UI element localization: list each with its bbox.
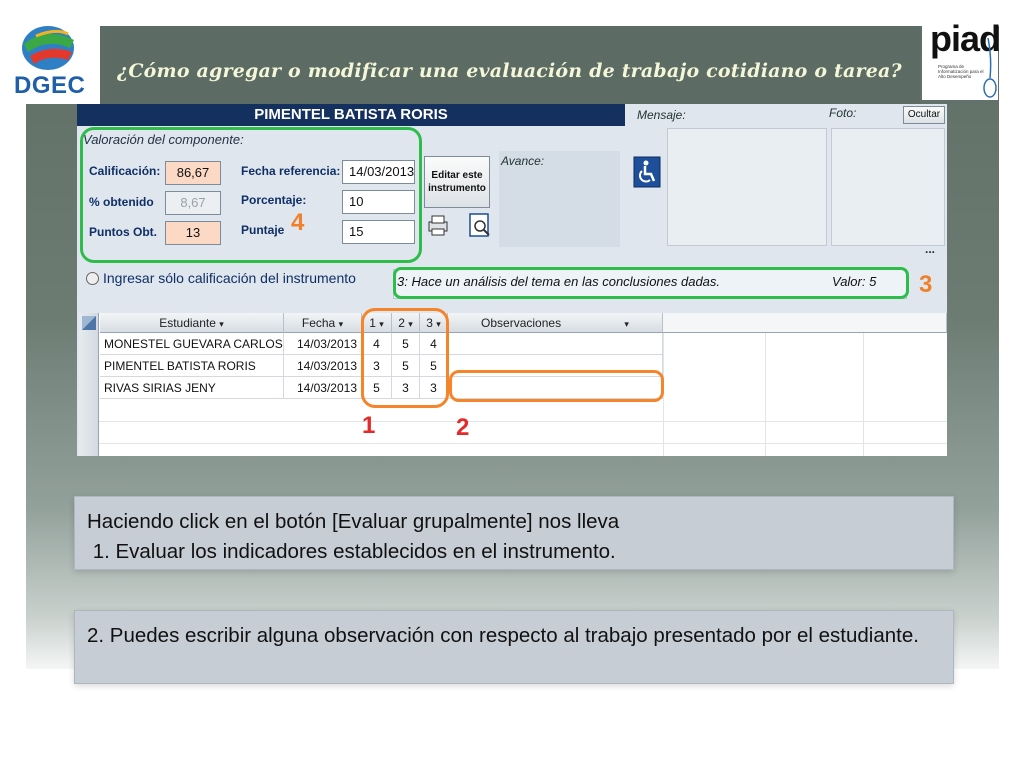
table-row-3-estudiante[interactable]: RIVAS SIRIAS JENY: [100, 377, 284, 399]
grid-row-selector: [79, 313, 99, 456]
header-fecha-label: Fecha: [301, 316, 336, 330]
solo-calificacion-label: Ingresar sólo calificación del instrumen…: [103, 270, 356, 286]
grid-line: [765, 333, 766, 456]
table-row-2-fecha[interactable]: 14/03/2013: [284, 355, 362, 377]
header-fecha[interactable]: Fecha ▾: [284, 313, 362, 333]
ocultar-button[interactable]: Ocultar: [903, 106, 945, 124]
print-icon[interactable]: [425, 212, 451, 238]
sort-arrow-icon: ▾: [624, 319, 629, 329]
student-header: PIMENTEL BATISTA RORIS: [77, 104, 625, 126]
avance-label: Avance:: [501, 154, 545, 168]
mouse-icon: [983, 38, 997, 98]
accessibility-icon[interactable]: [633, 156, 661, 188]
annotation-box-4: [80, 127, 422, 263]
table-row-3-fecha[interactable]: 14/03/2013: [284, 377, 362, 399]
callout-instructions-1: Haciendo click en el botón [Evaluar grup…: [74, 496, 954, 570]
annotation-number-4: 4: [291, 209, 305, 236]
sort-arrow-icon: ▾: [219, 319, 224, 329]
callout-instructions-2: 2. Puedes escribir alguna observación co…: [74, 610, 954, 684]
header-estudiante-label: Estudiante: [159, 316, 216, 330]
header-observaciones-label: Observaciones: [481, 316, 562, 330]
solo-calificacion-radio[interactable]: [86, 272, 99, 285]
globe-icon: [22, 26, 74, 70]
header-estudiante[interactable]: Estudiante ▾: [100, 313, 284, 333]
more-ellipsis[interactable]: ...: [925, 242, 935, 256]
slide-title: ¿Cómo agregar o modificar una evaluación…: [117, 60, 902, 82]
table-row-1-fecha[interactable]: 14/03/2013: [284, 333, 362, 355]
annotation-number-3: 3: [919, 271, 933, 298]
grid-line: [99, 443, 947, 444]
sort-arrow-icon: ▾: [338, 319, 344, 329]
callout-2-text: 2. Puedes escribir alguna observación co…: [87, 624, 919, 647]
select-all-icon[interactable]: [82, 316, 96, 330]
annotation-box-1: [361, 308, 449, 408]
dgec-logo: DGEC: [0, 0, 100, 104]
annotation-number-2: 2: [456, 414, 470, 441]
header-observaciones[interactable]: Observaciones ▾: [448, 313, 663, 333]
annotation-box-3: [393, 267, 909, 299]
preview-icon[interactable]: [467, 212, 493, 238]
dgec-brand: DGEC: [14, 72, 86, 99]
mensaje-panel: [667, 128, 827, 246]
piad-logo: piad Programa de Informatización para el…: [922, 8, 1001, 100]
callout-1-line-2: 1. Evaluar los indicadores establecidos …: [87, 540, 616, 563]
table-row-2-estudiante[interactable]: PIMENTEL BATISTA RORIS: [100, 355, 284, 377]
annotation-number-1: 1: [362, 412, 376, 439]
annotation-box-2: [449, 370, 664, 402]
mensaje-label: Mensaje:: [637, 108, 686, 122]
callout-1-line-1: Haciendo click en el botón [Evaluar grup…: [87, 510, 620, 533]
grid-line: [99, 421, 947, 422]
foto-panel: [831, 128, 945, 246]
header-empty: [663, 313, 947, 333]
foto-label: Foto:: [829, 106, 857, 120]
editar-instrumento-button[interactable]: Editar este instrumento: [424, 156, 490, 208]
table-row-1-observaciones[interactable]: [448, 333, 663, 355]
table-row-1-estudiante[interactable]: MONESTEL GUEVARA CARLOS: [100, 333, 284, 355]
grid-line: [863, 333, 864, 456]
